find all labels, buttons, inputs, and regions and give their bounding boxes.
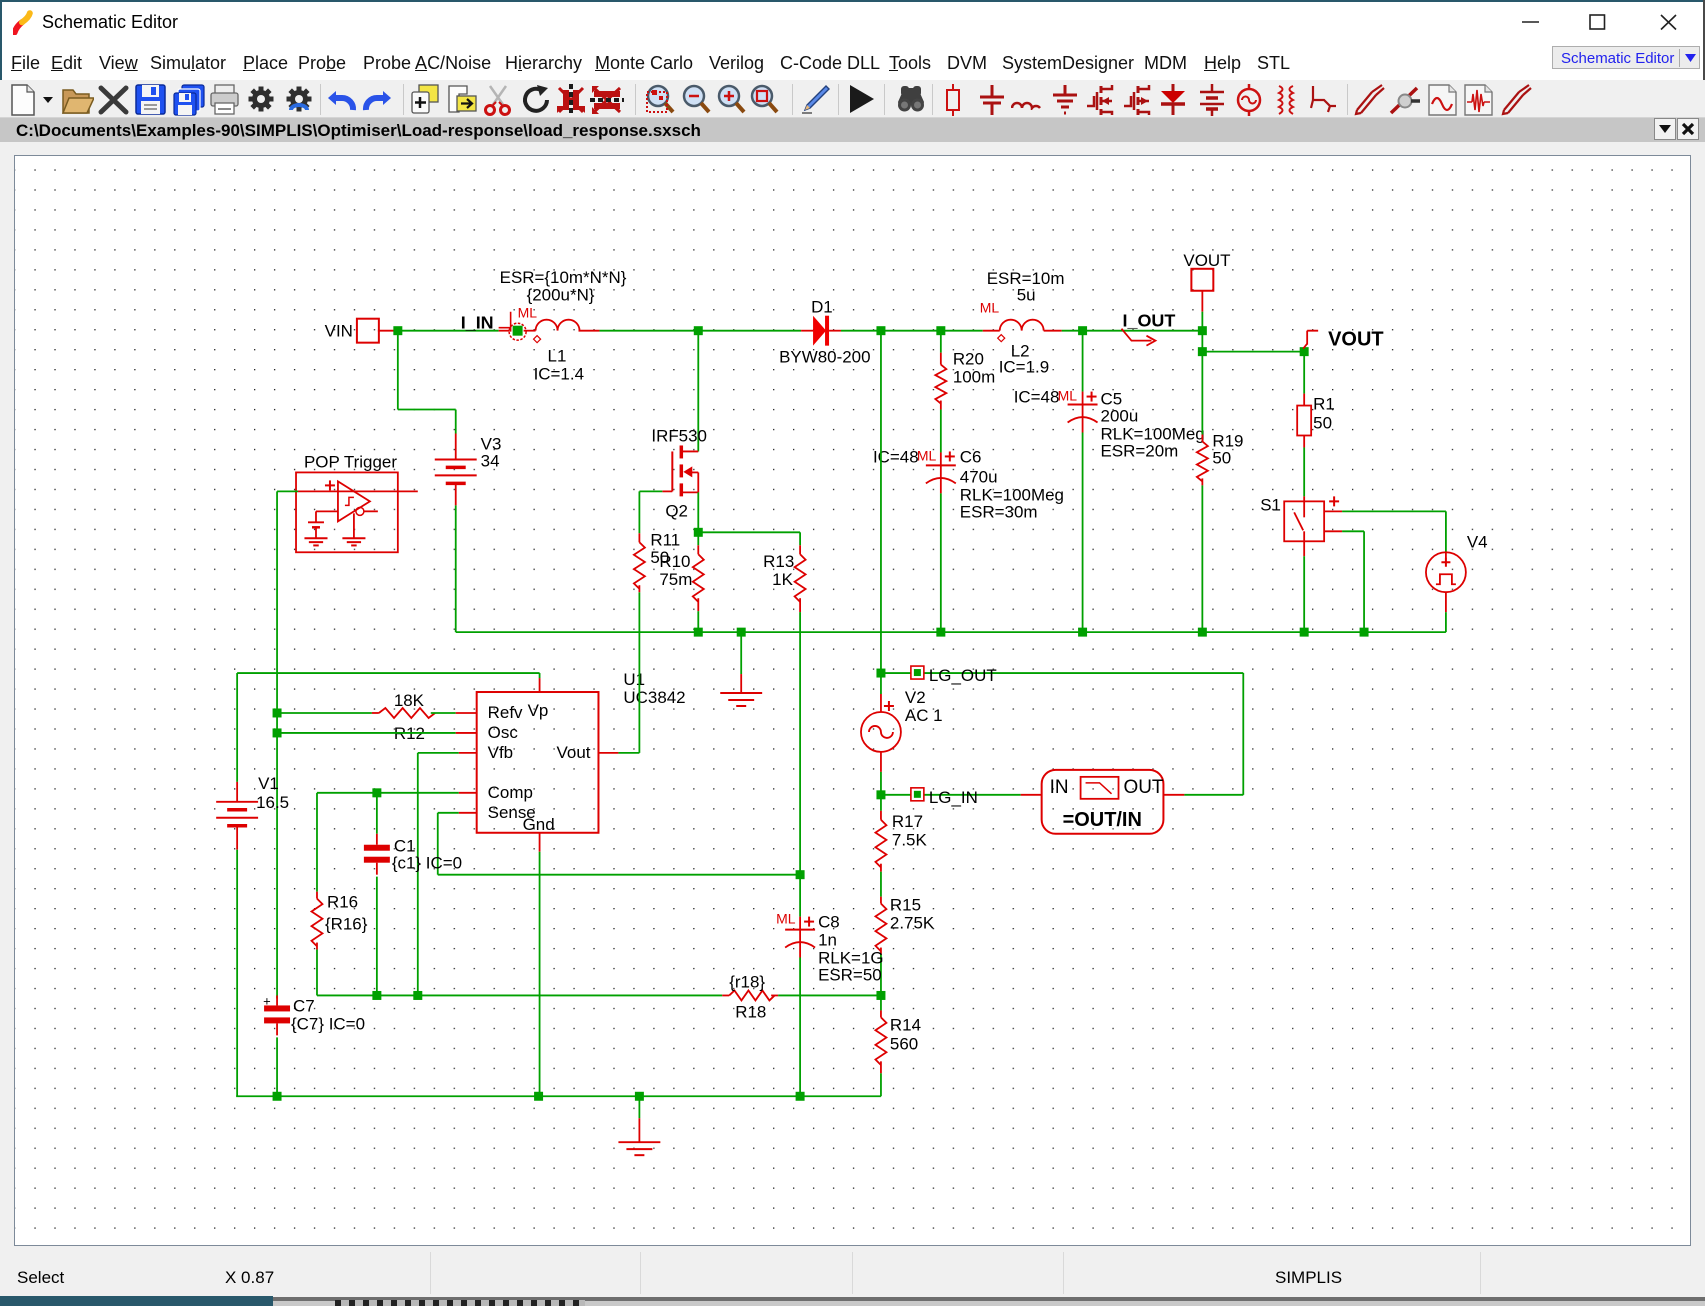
svg-text:Comp: Comp bbox=[488, 783, 533, 802]
svg-text:S1: S1 bbox=[1260, 495, 1281, 514]
svg-text:BYW80-200: BYW80-200 bbox=[779, 348, 870, 367]
svg-text:R10: R10 bbox=[659, 552, 690, 571]
svg-text:{r18}: {r18} bbox=[729, 972, 765, 991]
svg-text:VIN: VIN bbox=[325, 322, 353, 341]
svg-text:AC 1: AC 1 bbox=[905, 706, 943, 725]
svg-text:{C7} IC=0: {C7} IC=0 bbox=[291, 1014, 365, 1033]
svg-text:75m: 75m bbox=[659, 570, 692, 589]
svg-text:R15: R15 bbox=[890, 896, 921, 915]
svg-text:C8: C8 bbox=[818, 913, 840, 932]
svg-text:I_IN: I_IN bbox=[461, 313, 494, 333]
svg-text:L1: L1 bbox=[548, 347, 567, 366]
svg-text:ESR=20m: ESR=20m bbox=[1101, 441, 1179, 460]
svg-text:50: 50 bbox=[1212, 448, 1231, 467]
svg-text:LG_IN: LG_IN bbox=[929, 788, 978, 807]
svg-text:Vout: Vout bbox=[557, 743, 591, 762]
svg-text:560: 560 bbox=[890, 1034, 918, 1053]
svg-text:16.5: 16.5 bbox=[256, 793, 289, 812]
svg-text:200u: 200u bbox=[1101, 407, 1139, 426]
svg-text:R17: R17 bbox=[892, 812, 923, 831]
svg-text:50: 50 bbox=[1313, 413, 1332, 432]
svg-text:IC=48: IC=48 bbox=[873, 447, 919, 466]
svg-text:IC=48: IC=48 bbox=[1014, 388, 1060, 407]
svg-text:470u: 470u bbox=[960, 467, 998, 486]
svg-text:C7: C7 bbox=[293, 996, 315, 1015]
svg-text:ML: ML bbox=[917, 447, 937, 463]
svg-text:Osc: Osc bbox=[488, 723, 519, 742]
svg-text:Refv: Refv bbox=[488, 703, 523, 722]
svg-text:R18: R18 bbox=[735, 1002, 766, 1021]
svg-text:C6: C6 bbox=[960, 447, 982, 466]
svg-text:ESR={10m*N*N}: ESR={10m*N*N} bbox=[500, 268, 627, 287]
svg-text:Gnd: Gnd bbox=[523, 815, 555, 834]
svg-text:{R16}: {R16} bbox=[325, 915, 368, 934]
svg-text:LG_OUT: LG_OUT bbox=[929, 666, 997, 685]
svg-text:D1: D1 bbox=[811, 298, 833, 317]
svg-text:R13: R13 bbox=[763, 552, 794, 571]
svg-text:1n: 1n bbox=[818, 931, 837, 950]
svg-text:100m: 100m bbox=[953, 368, 995, 387]
svg-text:34: 34 bbox=[481, 451, 500, 470]
svg-text:IRF530: IRF530 bbox=[651, 426, 707, 445]
svg-text:POP Trigger: POP Trigger bbox=[304, 452, 397, 471]
svg-text:7.5K: 7.5K bbox=[892, 831, 928, 850]
svg-text:2.75K: 2.75K bbox=[890, 914, 935, 933]
svg-text:R14: R14 bbox=[890, 1015, 921, 1034]
svg-text:R20: R20 bbox=[953, 350, 984, 369]
svg-text:ML: ML bbox=[1058, 388, 1078, 404]
svg-text:ESR=30m: ESR=30m bbox=[960, 502, 1038, 521]
svg-text:VOUT: VOUT bbox=[1328, 329, 1383, 351]
svg-text:+: + bbox=[263, 993, 271, 1008]
svg-text:V1: V1 bbox=[258, 774, 279, 793]
svg-text:ESR=50: ESR=50 bbox=[818, 965, 882, 984]
svg-text:ML: ML bbox=[980, 300, 1000, 316]
svg-text:IN: IN bbox=[1050, 777, 1069, 798]
svg-text:{200u*N}: {200u*N} bbox=[527, 286, 595, 305]
svg-text:I_OUT: I_OUT bbox=[1123, 311, 1176, 331]
svg-text:OUT: OUT bbox=[1124, 777, 1164, 798]
svg-text:R11: R11 bbox=[650, 530, 680, 549]
svg-text:VOUT: VOUT bbox=[1183, 251, 1230, 270]
svg-text:R1: R1 bbox=[1313, 395, 1335, 414]
svg-text:=OUT/IN: =OUT/IN bbox=[1063, 809, 1142, 831]
svg-text:U1: U1 bbox=[623, 670, 645, 689]
svg-text:ML: ML bbox=[776, 911, 796, 927]
svg-text:IC=1.4: IC=1.4 bbox=[534, 365, 584, 384]
svg-text:5u: 5u bbox=[1017, 286, 1036, 305]
svg-text:1K: 1K bbox=[772, 570, 793, 589]
svg-text:18K: 18K bbox=[394, 691, 425, 710]
svg-text:V2: V2 bbox=[905, 688, 926, 707]
svg-text:Vfb: Vfb bbox=[488, 743, 513, 762]
svg-text:IC=1.9: IC=1.9 bbox=[999, 358, 1049, 377]
svg-text:Vp: Vp bbox=[528, 701, 549, 720]
svg-text:{c1} IC=0: {c1} IC=0 bbox=[392, 854, 462, 873]
svg-text:UC3842: UC3842 bbox=[623, 688, 685, 707]
svg-text:Q2: Q2 bbox=[665, 501, 688, 520]
svg-text:V4: V4 bbox=[1467, 532, 1488, 551]
svg-text:R16: R16 bbox=[327, 893, 358, 912]
svg-text:ML: ML bbox=[518, 305, 538, 321]
